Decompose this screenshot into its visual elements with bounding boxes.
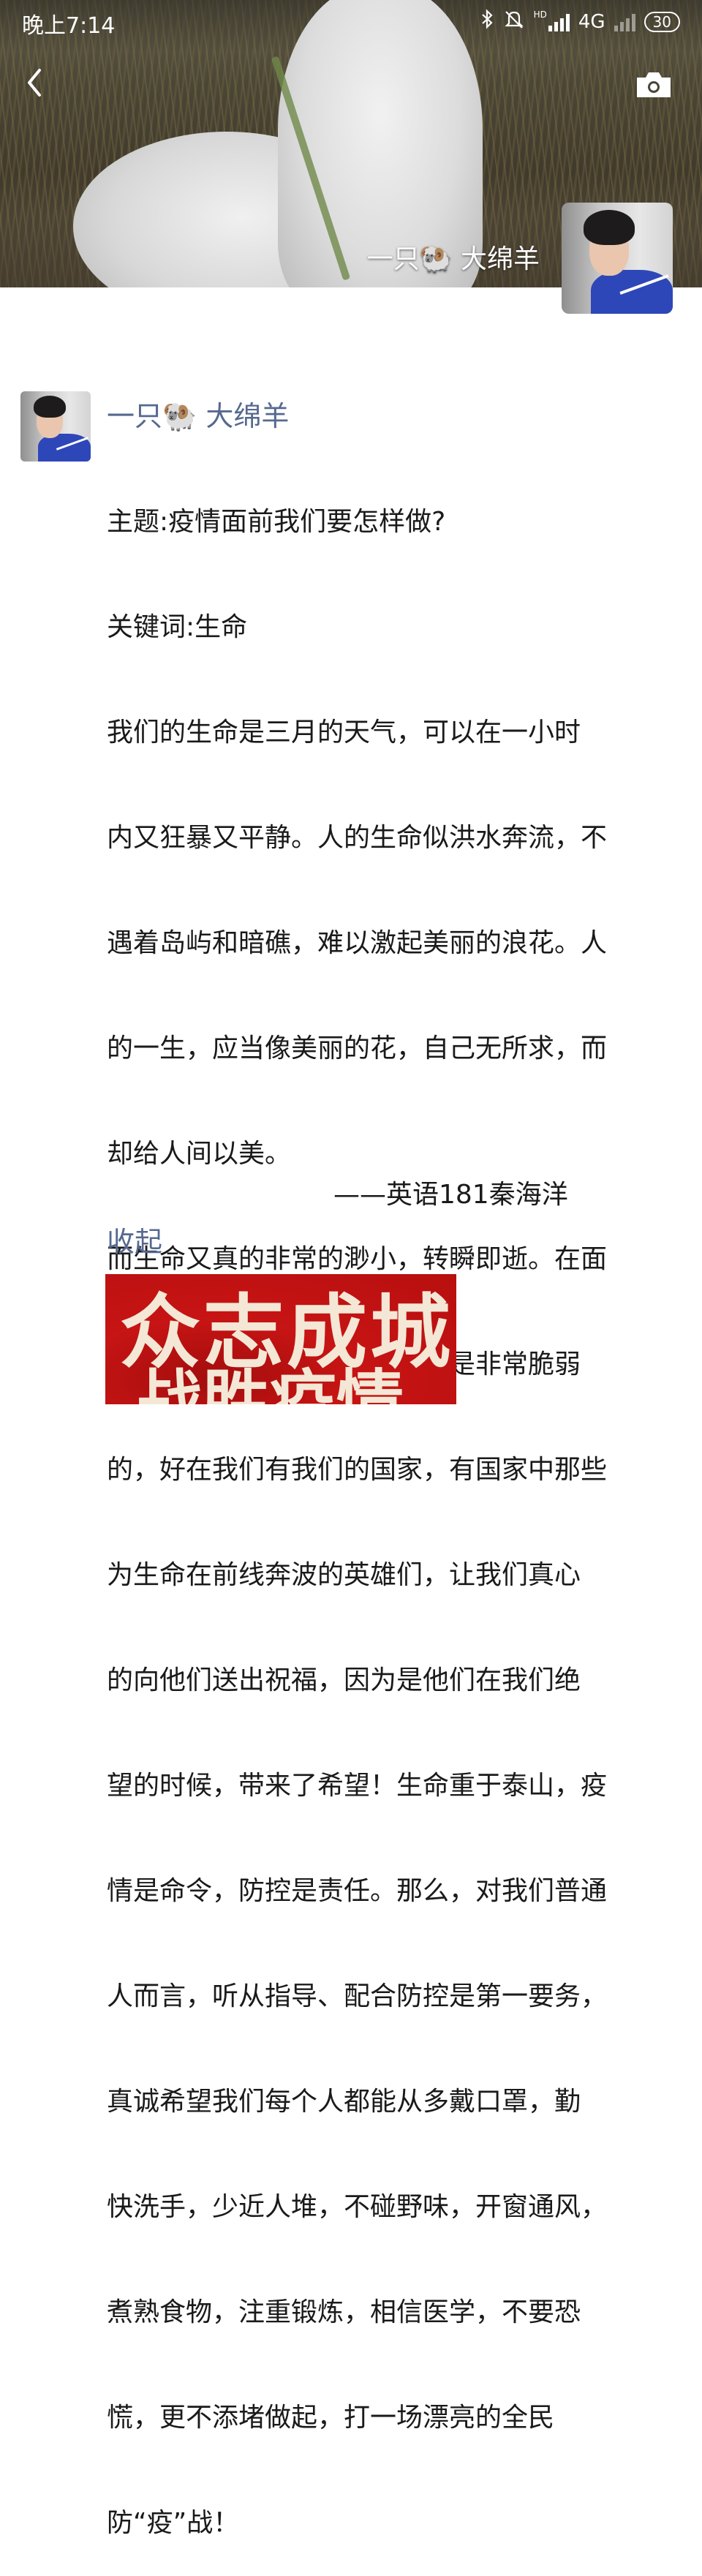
network-type: 4G bbox=[578, 10, 605, 33]
post-author-avatar[interactable] bbox=[20, 391, 91, 462]
post-line: 真诚希望我们每个人都能从多戴口罩，勤 bbox=[107, 2087, 581, 2117]
post-line: 我们的生命是三月的天气，可以在一小时 bbox=[107, 718, 581, 747]
post-line: 的向他们送出祝福，因为是他们在我们绝 bbox=[107, 1665, 581, 1695]
post-line: 防“疫”战！ bbox=[107, 2508, 240, 2538]
silent-bell-icon bbox=[503, 9, 525, 34]
post-line: 慌，更不添堵做起，打一场漂亮的全民 bbox=[107, 2403, 555, 2433]
profile-avatar[interactable] bbox=[562, 203, 673, 314]
post-line: 情是命令，防控是责任。那么，对我们普通 bbox=[107, 1876, 608, 1906]
post-author-name[interactable]: 一只🐏 大绵羊 bbox=[107, 393, 289, 434]
post-signature: ——英语181秦海洋 bbox=[333, 1180, 568, 1210]
post-text: 主题:疫情面前我们要怎样做? 关键词:生命 我们的生命是三月的天气，可以在一小时… bbox=[107, 434, 663, 2576]
post-image-caption-2: 战胜疫情 bbox=[135, 1362, 404, 1404]
signal-icon bbox=[548, 12, 570, 31]
chevron-left-icon bbox=[28, 69, 41, 97]
post-image[interactable]: 众志成城 战胜疫情 bbox=[105, 1274, 456, 1404]
battery-icon: 30 bbox=[644, 11, 680, 32]
post-line: 关键词:生命 bbox=[107, 612, 248, 642]
post-line: 的，好在我们有我们的国家，有国家中那些 bbox=[107, 1455, 608, 1485]
status-time: 晚上7:14 bbox=[22, 13, 116, 39]
bluetooth-icon bbox=[481, 9, 494, 34]
post-line: 快洗手，少近人堆，不碰野味，开窗通风， bbox=[107, 2192, 608, 2222]
cover-username: 一只🐏 大绵羊 bbox=[366, 244, 540, 274]
camera-button[interactable] bbox=[635, 70, 673, 99]
collapse-link[interactable]: 收起 bbox=[107, 1219, 162, 1259]
hd-label: HD bbox=[533, 9, 547, 20]
avatar-hair bbox=[34, 396, 66, 418]
post-line: 遇着岛屿和暗礁，难以激起美丽的浪花。人 bbox=[107, 928, 608, 958]
status-icons: HD 4G 30 bbox=[481, 9, 680, 34]
signal-icon-dim bbox=[614, 12, 635, 31]
post-line: 望的时候，带来了希望！生命重于泰山，疫 bbox=[107, 1771, 608, 1801]
post-line: 却给人间以美。 bbox=[107, 1139, 292, 1169]
back-button[interactable] bbox=[20, 64, 50, 101]
post-line: 内又狂暴又平静。人的生命似洪水奔流，不 bbox=[107, 823, 608, 853]
post-line: 人而言，听从指导、配合防控是第一要务， bbox=[107, 1981, 608, 2011]
post-line: 的一生，应当像美丽的花，自己无所求，而 bbox=[107, 1033, 608, 1063]
post-line: 煮熟食物，注重锻炼，相信医学，不要恐 bbox=[107, 2297, 581, 2327]
status-bar: 晚上7:14 HD 4G 30 bbox=[0, 0, 702, 44]
post-line: 为生命在前线奔波的英雄们，让我们真心 bbox=[107, 1560, 581, 1590]
avatar-hair bbox=[584, 210, 635, 245]
post-line: 主题:疫情面前我们要怎样做? bbox=[107, 507, 446, 537]
post-line: 而生命又真的非常的渺小，转瞬即逝。在面 bbox=[107, 1244, 608, 1274]
camera-icon bbox=[637, 72, 671, 97]
